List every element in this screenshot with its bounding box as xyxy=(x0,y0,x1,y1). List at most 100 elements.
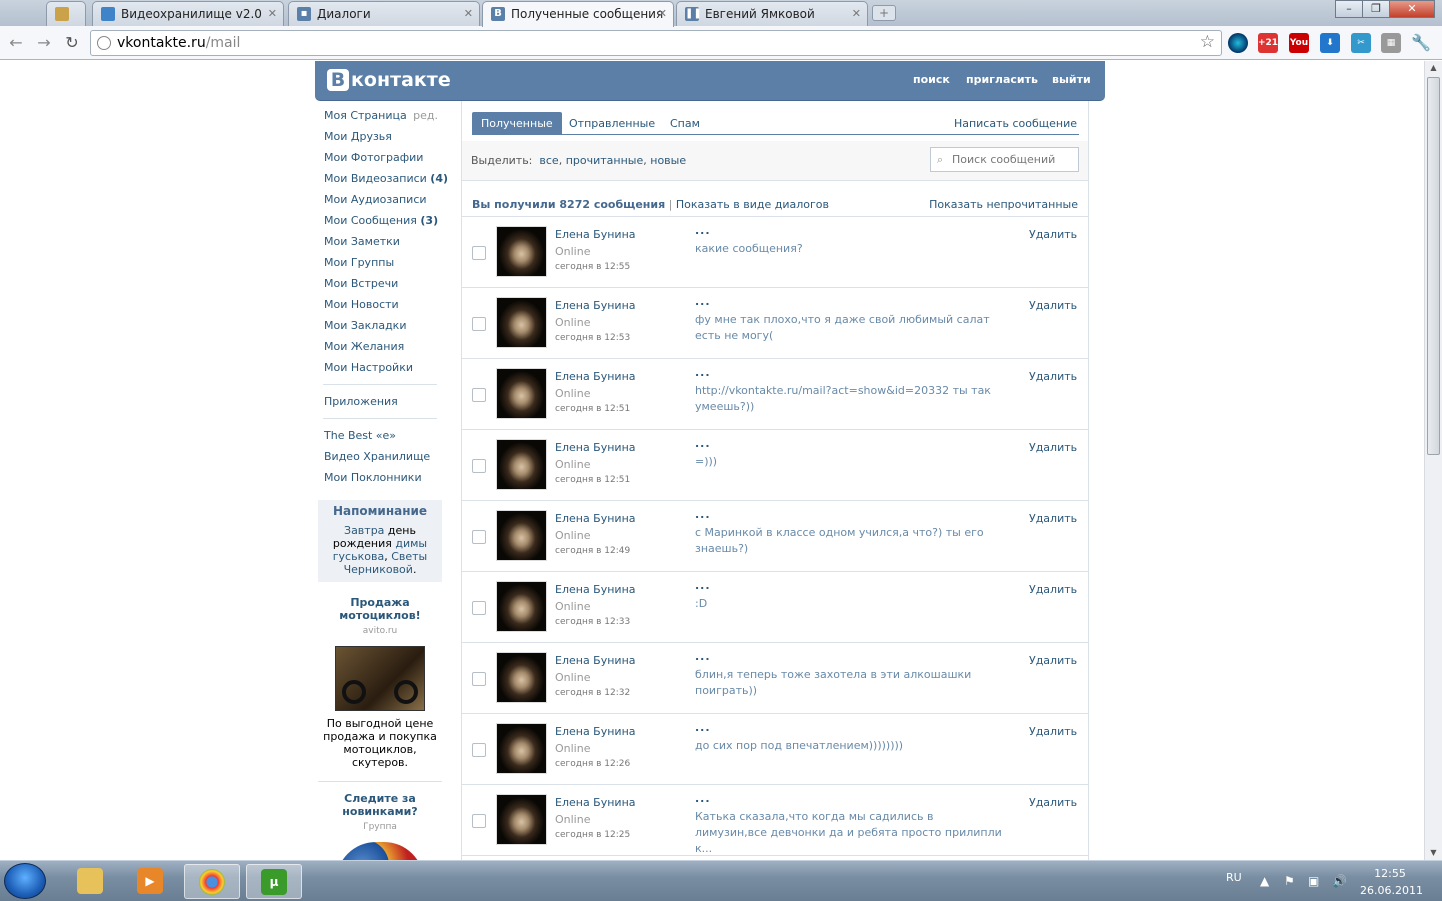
message-subject[interactable]: ... xyxy=(695,721,711,734)
tab-spam[interactable]: Спам xyxy=(661,112,709,135)
message-subject[interactable]: ... xyxy=(695,579,711,592)
avatar[interactable] xyxy=(496,368,547,419)
ad-block[interactable]: Продажа мотоциклов! avito.ru По выгодной… xyxy=(318,582,442,769)
edit-link[interactable]: ред. xyxy=(413,105,438,126)
message-row[interactable]: Елена Бунина Online сегодня в 12:55... каки… xyxy=(462,217,1088,288)
youtube-extension-icon[interactable]: You xyxy=(1289,33,1309,53)
message-checkbox[interactable] xyxy=(472,317,486,331)
camera-extension-icon[interactable] xyxy=(1228,33,1248,53)
delete-link[interactable]: Удалить xyxy=(1029,583,1077,596)
message-preview[interactable]: :D xyxy=(695,596,1005,612)
message-row[interactable]: Елена Бунина Online сегодня в 12:33...:D Уд… xyxy=(462,572,1088,643)
write-message-link[interactable]: Написать сообщение xyxy=(954,112,1077,135)
message-subject[interactable]: ... xyxy=(695,366,711,379)
message-row[interactable]: Елена Бунина Online сегодня в 12:51... =)))… xyxy=(462,430,1088,501)
sender-name[interactable]: Елена Бунина xyxy=(555,654,636,667)
avatar[interactable] xyxy=(496,581,547,632)
message-subject[interactable]: ... xyxy=(695,437,711,450)
screenshot-extension-icon[interactable]: ✂ xyxy=(1351,33,1371,53)
avatar[interactable] xyxy=(496,510,547,561)
tab-inbox[interactable]: Полученные xyxy=(472,112,562,135)
action-center-icon[interactable]: ⚑ xyxy=(1284,874,1295,888)
tab-received-messages[interactable]: B Полученные сообщения ✕ xyxy=(482,1,674,27)
sender-name[interactable]: Елена Бунина xyxy=(555,370,636,383)
grid-extension-icon[interactable]: ▦ xyxy=(1381,33,1401,53)
delete-link[interactable]: Удалить xyxy=(1029,441,1077,454)
nav-notes[interactable]: Мои Заметки xyxy=(318,231,442,252)
scrollbar-thumb[interactable] xyxy=(1427,77,1440,455)
vk-logo[interactable]: Bконтакте xyxy=(327,68,451,92)
message-subject[interactable]: ... xyxy=(695,224,711,237)
close-tab-icon[interactable]: ✕ xyxy=(658,2,667,26)
show-unread-link[interactable]: Показать непрочитанные xyxy=(929,198,1078,211)
close-tab-icon[interactable]: ✕ xyxy=(464,2,473,26)
message-checkbox[interactable] xyxy=(472,246,486,260)
sender-name[interactable]: Елена Бунина xyxy=(555,228,636,241)
message-preview[interactable]: блин,я теперь тоже захотела в эти алкоша… xyxy=(695,667,1005,699)
message-checkbox[interactable] xyxy=(472,601,486,615)
nav-apps[interactable]: Приложения xyxy=(318,391,442,412)
show-hidden-icons-icon[interactable]: ▲ xyxy=(1260,874,1269,888)
tab-dialogs[interactable]: ▪ Диалоги ✕ xyxy=(288,1,480,26)
sender-name[interactable]: Елена Бунина xyxy=(555,796,636,809)
sender-name[interactable]: Елена Бунина xyxy=(555,299,636,312)
nav-events[interactable]: Мои Встречи xyxy=(318,273,442,294)
page-scrollbar[interactable]: ▲ ▼ xyxy=(1424,61,1442,860)
avatar[interactable] xyxy=(496,652,547,703)
nav-audio[interactable]: Мои Аудиозаписи xyxy=(318,189,442,210)
tab-sent[interactable]: Отправленные xyxy=(560,112,664,135)
delete-link[interactable]: Удалить xyxy=(1029,796,1077,809)
language-indicator[interactable]: RU xyxy=(1226,871,1242,884)
nav-my-page[interactable]: Моя Страница ред. xyxy=(318,105,442,126)
ad-image[interactable] xyxy=(336,842,424,860)
nav-bookmarks[interactable]: Мои Закладки xyxy=(318,315,442,336)
sender-name[interactable]: Елена Бунина xyxy=(555,583,636,596)
message-subject[interactable]: ... xyxy=(695,508,711,521)
message-checkbox[interactable] xyxy=(472,388,486,402)
message-checkbox[interactable] xyxy=(472,672,486,686)
message-preview[interactable]: до сих пор под впечатлением)))))))) xyxy=(695,738,1005,754)
explorer-taskbar-icon[interactable] xyxy=(62,864,118,899)
close-window-button[interactable]: ✕ xyxy=(1389,0,1435,18)
message-row[interactable]: Елена Бунина Online сегодня в 12:26... до с… xyxy=(462,714,1088,785)
nav-friends[interactable]: Мои Друзья xyxy=(318,126,442,147)
message-row[interactable]: Елена Бунина Online сегодня в 12:32... блин… xyxy=(462,643,1088,714)
nav-settings[interactable]: Мои Настройки xyxy=(318,357,442,378)
logout-link[interactable]: выйти xyxy=(1052,73,1091,86)
message-row[interactable]: Елена Бунина Online сегодня в 12:49... с Ма… xyxy=(462,501,1088,572)
new-tab-button[interactable]: + xyxy=(872,5,896,21)
tab-file-manager[interactable] xyxy=(46,1,86,26)
message-checkbox[interactable] xyxy=(472,814,486,828)
message-preview[interactable]: =))) xyxy=(695,454,1005,470)
message-row[interactable]: Елена Бунина Online сегодня в 12:51... http… xyxy=(462,359,1088,430)
ad-title[interactable]: Продажа мотоциклов! xyxy=(318,596,442,622)
ad-image[interactable] xyxy=(335,646,425,711)
bookmark-star-icon[interactable]: ☆ xyxy=(1200,32,1215,52)
ad-block-2[interactable]: Следите за новинками? Группа xyxy=(318,782,442,860)
nav-videos[interactable]: Мои Видеозаписи (4) xyxy=(318,168,448,189)
nav-admirers[interactable]: Мои Поклонники xyxy=(318,467,442,488)
volume-icon[interactable]: 🔊 xyxy=(1332,874,1347,888)
start-button[interactable] xyxy=(4,863,46,899)
delete-link[interactable]: Удалить xyxy=(1029,370,1077,383)
nav-app-video-storage[interactable]: Видео Хранилище xyxy=(318,446,442,467)
select-new-link[interactable]: новые xyxy=(650,154,686,167)
avatar[interactable] xyxy=(496,297,547,348)
scroll-down-icon[interactable]: ▼ xyxy=(1425,846,1442,860)
nav-app-the-best[interactable]: The Best «e» xyxy=(318,425,442,446)
message-preview[interactable]: с Маринкой в классе одном учился,а что?)… xyxy=(695,525,1005,557)
close-tab-icon[interactable]: ✕ xyxy=(852,2,861,26)
address-bar[interactable]: vkontakte.ru/mail ☆ xyxy=(90,30,1222,56)
delete-link[interactable]: Удалить xyxy=(1029,725,1077,738)
chrome-taskbar-icon[interactable] xyxy=(184,864,240,899)
download-extension-icon[interactable]: ⬇ xyxy=(1320,33,1340,53)
nav-photos[interactable]: Мои Фотографии xyxy=(318,147,442,168)
search-link[interactable]: поиск xyxy=(913,73,950,86)
clock[interactable]: 12:55 26.06.2011 xyxy=(1360,865,1423,899)
reload-icon[interactable]: ↻ xyxy=(62,33,82,53)
scroll-up-icon[interactable]: ▲ xyxy=(1425,61,1442,75)
delete-link[interactable]: Удалить xyxy=(1029,512,1077,525)
message-checkbox[interactable] xyxy=(472,530,486,544)
tab-video-storage[interactable]: Видеохранилище v2.0 ✕ xyxy=(92,1,284,26)
message-preview[interactable]: какие сообщения? xyxy=(695,241,1005,257)
